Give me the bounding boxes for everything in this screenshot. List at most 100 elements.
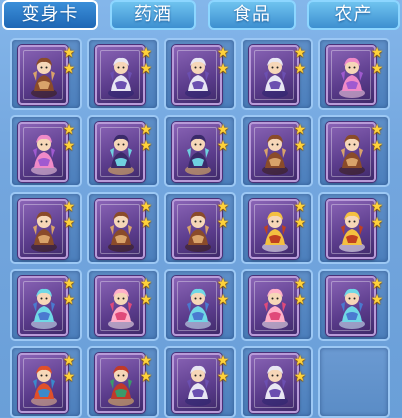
empty-slot[interactable] — [318, 346, 390, 418]
star-icon: ★ — [62, 199, 76, 215]
star-icon: ★ — [139, 369, 153, 385]
star-icon: ★ — [216, 215, 230, 231]
tab-transform-card[interactable]: 变身卡 — [2, 0, 98, 30]
inventory-slot[interactable]: ★ ★ — [87, 115, 159, 187]
star-icon: ★ — [370, 276, 384, 292]
inventory-slot[interactable]: ★ ★ — [10, 115, 82, 187]
star-icon: ★ — [216, 61, 230, 77]
inventory-slot[interactable]: ★ ★ — [164, 115, 236, 187]
pink-fairy-portrait — [108, 288, 134, 329]
brown-beast-rider-portrait — [185, 211, 211, 252]
brown-beast-rider-portrait — [31, 211, 57, 252]
tab-farm-produce[interactable]: 农产 — [307, 0, 400, 30]
transform-card-icon — [326, 45, 376, 105]
star-icon: ★ — [293, 292, 307, 308]
transform-card-icon — [172, 122, 222, 182]
star-icon: ★ — [216, 122, 230, 138]
transform-card-icon — [172, 353, 222, 413]
inventory-slot[interactable]: ★ ★ — [318, 192, 390, 264]
transform-card-icon — [172, 199, 222, 259]
transform-card-icon — [95, 199, 145, 259]
tab-medicine-wine[interactable]: 药酒 — [110, 0, 196, 30]
transform-card-icon — [95, 276, 145, 336]
star-icon: ★ — [216, 292, 230, 308]
inventory-slot[interactable]: ★ ★ — [164, 192, 236, 264]
inventory-slot[interactable]: ★ ★ — [87, 269, 159, 341]
pink-haired-dancer-portrait — [31, 134, 57, 175]
star-icon: ★ — [370, 122, 384, 138]
star-icon: ★ — [216, 138, 230, 154]
inventory-slot[interactable]: ★ ★ — [164, 38, 236, 110]
transform-card-icon — [95, 122, 145, 182]
inventory-slot[interactable]: ★ ★ — [87, 192, 159, 264]
cyan-spirit-portrait — [31, 288, 57, 329]
star-icon: ★ — [293, 215, 307, 231]
category-tabs: 变身卡 药酒 食品 农产 — [0, 0, 402, 34]
inventory-slot[interactable]: ★ ★ — [241, 346, 313, 418]
inventory-slot[interactable]: ★ ★ — [318, 115, 390, 187]
star-icon: ★ — [139, 215, 153, 231]
inventory-slot[interactable]: ★ ★ — [164, 269, 236, 341]
inventory-slot[interactable]: ★ ★ — [318, 38, 390, 110]
star-icon: ★ — [62, 61, 76, 77]
brown-beast-rider-portrait — [108, 211, 134, 252]
inventory-slot[interactable]: ★ ★ — [164, 346, 236, 418]
star-icon: ★ — [370, 138, 384, 154]
star-icon: ★ — [216, 369, 230, 385]
star-icon: ★ — [293, 138, 307, 154]
transform-card-icon — [249, 199, 299, 259]
star-icon: ★ — [62, 138, 76, 154]
star-icon: ★ — [62, 45, 76, 61]
dark-unicorn-portrait — [108, 134, 134, 175]
transform-card-icon — [249, 276, 299, 336]
inventory-slot[interactable]: ★ ★ — [10, 269, 82, 341]
star-icon: ★ — [370, 215, 384, 231]
star-icon: ★ — [62, 276, 76, 292]
transform-card-icon — [249, 45, 299, 105]
star-icon: ★ — [293, 45, 307, 61]
inventory-slot[interactable]: ★ ★ — [241, 192, 313, 264]
inventory-slot[interactable]: ★ ★ — [10, 192, 82, 264]
inventory-slot[interactable]: ★ ★ — [10, 346, 82, 418]
purple-armored-warrior-portrait — [185, 365, 211, 406]
transform-card-icon — [18, 122, 68, 182]
brown-beast-rider-portrait — [339, 134, 365, 175]
transform-card-icon — [18, 45, 68, 105]
star-icon: ★ — [139, 199, 153, 215]
star-icon: ★ — [370, 61, 384, 77]
star-icon: ★ — [293, 61, 307, 77]
transform-card-icon — [326, 122, 376, 182]
star-icon: ★ — [62, 369, 76, 385]
star-icon: ★ — [293, 199, 307, 215]
transform-card-icon — [249, 353, 299, 413]
inventory-slot[interactable]: ★ ★ — [241, 269, 313, 341]
tab-food[interactable]: 食品 — [208, 0, 296, 30]
star-icon: ★ — [370, 292, 384, 308]
star-icon: ★ — [216, 353, 230, 369]
inventory-slot[interactable]: ★ ★ — [318, 269, 390, 341]
transform-card-icon — [18, 276, 68, 336]
star-icon: ★ — [139, 276, 153, 292]
transform-card-icon — [326, 199, 376, 259]
inventory-slot[interactable]: ★ ★ — [10, 38, 82, 110]
inventory-slot[interactable]: ★ ★ — [87, 38, 159, 110]
star-icon: ★ — [139, 61, 153, 77]
golden-warrior-portrait — [339, 211, 365, 252]
transform-card-icon — [18, 199, 68, 259]
star-icon: ★ — [293, 122, 307, 138]
star-icon: ★ — [293, 276, 307, 292]
transform-card-icon — [18, 353, 68, 413]
inventory-slot[interactable]: ★ ★ — [241, 38, 313, 110]
transform-card-icon — [172, 45, 222, 105]
cyan-spirit-portrait — [339, 288, 365, 329]
star-icon: ★ — [139, 353, 153, 369]
star-icon: ★ — [216, 45, 230, 61]
inventory-slot[interactable]: ★ ★ — [241, 115, 313, 187]
cyan-spirit-portrait — [185, 288, 211, 329]
dark-unicorn-portrait — [185, 134, 211, 175]
transform-card-icon — [95, 45, 145, 105]
star-icon: ★ — [216, 276, 230, 292]
star-icon: ★ — [62, 292, 76, 308]
inventory-slot[interactable]: ★ ★ — [87, 346, 159, 418]
purple-armored-warrior-portrait — [262, 365, 288, 406]
